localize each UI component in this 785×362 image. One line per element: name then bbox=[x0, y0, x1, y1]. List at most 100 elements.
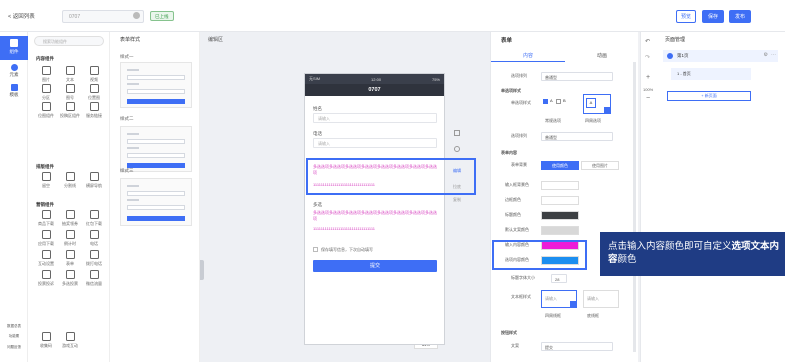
color-label: 标题颜色 bbox=[505, 212, 521, 217]
layout-select-2[interactable]: 普通型 bbox=[541, 132, 613, 141]
library-item[interactable]: 拨打电话 bbox=[82, 250, 106, 267]
library-item[interactable]: 微信流量 bbox=[82, 270, 106, 287]
template-card[interactable] bbox=[120, 126, 192, 172]
layout-select[interactable]: 普通型 bbox=[541, 72, 613, 81]
library-item[interactable]: 投稿区组件 bbox=[58, 102, 82, 119]
library-item[interactable]: 图号 bbox=[58, 84, 82, 101]
undo-icon[interactable]: ↶ bbox=[645, 38, 650, 45]
bg-color-option[interactable]: 使用颜色 bbox=[541, 161, 579, 170]
section-heading: 单选项样式 bbox=[501, 88, 521, 93]
zoom-in-icon[interactable]: + bbox=[646, 74, 650, 81]
library-item[interactable]: 图片 bbox=[34, 66, 58, 83]
phone-label: 电话 bbox=[313, 131, 322, 136]
callout-text: 点击输入内容颜色即可自定义选项文本内容颜色 bbox=[608, 241, 780, 265]
template-card[interactable] bbox=[120, 178, 192, 226]
color-swatch[interactable] bbox=[541, 181, 579, 190]
page-item[interactable]: 第1页 ⚙ ⋯ bbox=[663, 50, 778, 62]
text-style-box[interactable]: 请输入 bbox=[541, 290, 577, 308]
collapse-handle[interactable] bbox=[200, 260, 204, 280]
rail-elements[interactable]: 元素 bbox=[0, 64, 28, 78]
library-item[interactable]: 商品下载 bbox=[34, 210, 58, 227]
color-swatch[interactable] bbox=[541, 196, 579, 205]
library-item[interactable]: 电话 bbox=[82, 230, 106, 247]
side-tool-copy[interactable]: 复制 bbox=[450, 197, 464, 203]
font-size-label: 标题字体大小 bbox=[511, 275, 535, 280]
remember-checkbox[interactable] bbox=[313, 247, 318, 252]
color-swatch[interactable] bbox=[541, 226, 579, 235]
side-tool-0[interactable] bbox=[450, 130, 464, 136]
library-item[interactable]: 红包下载 bbox=[82, 210, 106, 227]
opt-label: 常规选项 bbox=[545, 118, 561, 123]
color-swatch[interactable] bbox=[541, 211, 579, 220]
rail-bottom-1[interactable]: 功能覆 bbox=[0, 334, 28, 339]
library-item[interactable]: 应用下载 bbox=[34, 230, 58, 247]
library-item[interactable]: 收集码 bbox=[34, 332, 58, 349]
zoom-out-icon[interactable]: − bbox=[646, 95, 650, 102]
submit-button[interactable]: 提交 bbox=[313, 260, 437, 272]
status-badge: 已上线 bbox=[150, 11, 174, 21]
panel-title: 表单 bbox=[501, 38, 513, 44]
clear-icon[interactable] bbox=[133, 12, 140, 19]
templates-icon bbox=[10, 84, 18, 91]
library-item-label: 横屏导航 bbox=[86, 183, 102, 188]
top-bar: < 返回列表 0707 已上线 预览 保存 发布 bbox=[0, 0, 785, 32]
button-text-input[interactable]: 提交 bbox=[541, 342, 613, 351]
color-label: 默认文案颜色 bbox=[505, 227, 529, 232]
highlight-input-color bbox=[492, 240, 587, 270]
left-rail: 组件 元素 模板 数据总表 功能覆 问题反馈 bbox=[0, 32, 28, 362]
rail-bottom-0[interactable]: 数据总表 bbox=[0, 324, 28, 329]
library-item[interactable]: 表单 bbox=[58, 250, 82, 267]
library-item[interactable]: 抽奖领券 bbox=[58, 210, 82, 227]
font-size-input[interactable]: 28 bbox=[551, 274, 567, 283]
bg-image-option[interactable]: 使用图片 bbox=[581, 161, 619, 170]
library-item[interactable]: 分区 bbox=[34, 84, 58, 101]
page-subitem[interactable]: 1 - 首页 bbox=[671, 68, 751, 80]
library-item[interactable]: 文本 bbox=[58, 66, 82, 83]
library-item[interactable]: 分割线 bbox=[58, 172, 82, 189]
template-card[interactable] bbox=[120, 62, 192, 108]
publish-button[interactable]: 发布 bbox=[729, 10, 751, 23]
library-item-label: 投票投诉 bbox=[38, 281, 54, 286]
page-dot-icon bbox=[667, 53, 673, 59]
library-item[interactable]: 多选投票 bbox=[58, 270, 82, 287]
component-icon bbox=[41, 102, 51, 111]
library-item[interactable]: 互动设置 bbox=[34, 250, 58, 267]
add-page-button[interactable]: + 新页面 bbox=[667, 91, 751, 101]
phone-field[interactable]: 请输入 bbox=[313, 138, 437, 148]
row-label: 选项排列 bbox=[511, 73, 527, 78]
form-name-input[interactable]: 0707 bbox=[62, 10, 144, 23]
library-item[interactable]: 位图组件 bbox=[34, 102, 58, 119]
preview-button[interactable]: 预览 bbox=[676, 10, 696, 23]
scrollbar[interactable] bbox=[633, 62, 636, 352]
more-icon[interactable]: ⋯ bbox=[771, 52, 776, 58]
rail-components[interactable]: 组件 bbox=[0, 36, 28, 60]
redo-icon[interactable]: ↷ bbox=[645, 54, 650, 61]
library-item[interactable]: 服务链接 bbox=[82, 102, 106, 119]
tab-content[interactable]: 内容 bbox=[491, 52, 565, 62]
library-item[interactable]: 留空 bbox=[34, 172, 58, 189]
library-item[interactable]: 位置图 bbox=[82, 84, 106, 101]
second-option-text: 多选选项多选选项多选选项多选选项多选选项多选选项多选选项多选选项 bbox=[313, 210, 437, 221]
save-button[interactable]: 保存 bbox=[702, 10, 724, 23]
library-search-input[interactable]: 搜索功能组件 bbox=[34, 36, 104, 46]
option-style-normal[interactable]: A B bbox=[543, 96, 575, 112]
option-style-boxed[interactable]: A bbox=[583, 94, 611, 114]
rail-bottom-2[interactable]: 问题反馈 bbox=[0, 345, 28, 350]
text-style-underline[interactable]: 请输入 bbox=[583, 290, 619, 308]
battery-text: 75% bbox=[431, 76, 440, 82]
library-item[interactable]: 投票投诉 bbox=[34, 270, 58, 287]
second-option-block[interactable]: 多选选项多选选项多选选项多选选项多选选项多选选项多选选项多选选项 1111111… bbox=[313, 210, 437, 232]
section-title: 营销组件 bbox=[36, 202, 54, 207]
library-item[interactable]: 倒计时 bbox=[58, 230, 82, 247]
side-tool-1[interactable] bbox=[450, 146, 464, 152]
library-item[interactable]: 视频 bbox=[82, 66, 106, 83]
template-panel-title: 表单样式 bbox=[120, 37, 141, 43]
settings-icon[interactable]: ⚙ bbox=[764, 52, 768, 58]
rail-templates[interactable]: 模板 bbox=[0, 84, 28, 98]
tab-animation[interactable]: 动画 bbox=[565, 52, 639, 62]
back-link[interactable]: < 返回列表 bbox=[8, 12, 35, 20]
name-field[interactable]: 请输入 bbox=[313, 113, 437, 123]
template-panel: 表单样式 样式一 样式二 样式三 bbox=[110, 32, 200, 362]
library-item[interactable]: 横屏导航 bbox=[82, 172, 106, 189]
library-item[interactable]: 游戏互动 bbox=[58, 332, 82, 349]
